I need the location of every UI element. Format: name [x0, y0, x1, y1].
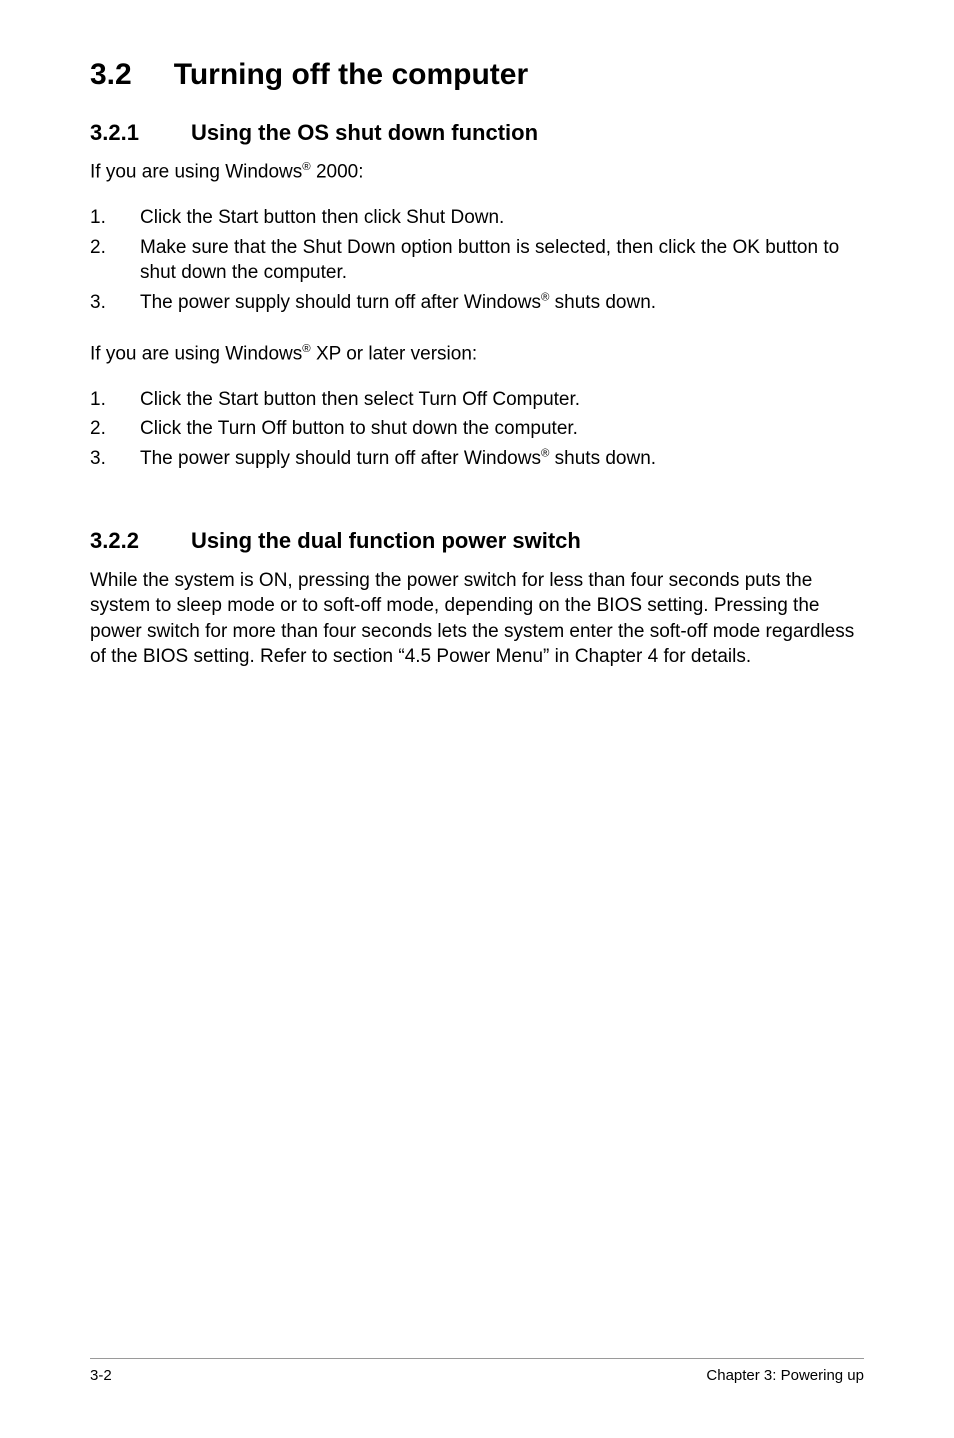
- steps-list-1: 1. Click the Start button then click Shu…: [90, 205, 864, 316]
- intro2-suffix: XP or later version:: [311, 343, 478, 364]
- steps-list-2: 1. Click the Start button then select Tu…: [90, 387, 864, 472]
- registered-mark: ®: [302, 343, 310, 355]
- step-number: 2.: [90, 416, 140, 442]
- subsection-2-title: 3.2.2 Using the dual function power switc…: [90, 528, 864, 554]
- subsection-2-title-text: Using the dual function power switch: [191, 528, 581, 553]
- list-item: 1. Click the Start button then click Shu…: [90, 205, 864, 231]
- page-number: 3-2: [90, 1367, 112, 1384]
- list-item: 2. Click the Turn Off button to shut dow…: [90, 416, 864, 442]
- intro1-suffix: 2000:: [311, 161, 364, 182]
- section-number: 3.2: [90, 58, 132, 92]
- list-item: 3. The power supply should turn off afte…: [90, 446, 864, 472]
- body-paragraph: While the system is ON, pressing the pow…: [90, 568, 864, 671]
- step-number: 3.: [90, 290, 140, 316]
- step-prefix: The power supply should turn off after W…: [140, 448, 541, 469]
- list-item: 1. Click the Start button then select Tu…: [90, 387, 864, 413]
- page-footer: 3-2 Chapter 3: Powering up: [90, 1358, 864, 1384]
- intro-paragraph-1: If you are using Windows® 2000:: [90, 160, 864, 185]
- step-number: 1.: [90, 205, 140, 231]
- subsection-1-title: 3.2.1 Using the OS shut down function: [90, 120, 864, 146]
- registered-mark: ®: [302, 161, 310, 173]
- page-content: 3.2 Turning off the computer 3.2.1 Using t…: [0, 0, 954, 670]
- list-item: 3. The power supply should turn off afte…: [90, 290, 864, 316]
- step-text: Click the Turn Off button to shut down t…: [140, 416, 864, 442]
- step-suffix: shuts down.: [549, 292, 656, 313]
- chapter-label: Chapter 3: Powering up: [706, 1367, 864, 1384]
- step-text: Click the Start button then click Shut D…: [140, 205, 864, 231]
- step-number: 1.: [90, 387, 140, 413]
- section-title-text: Turning off the computer: [174, 58, 528, 91]
- intro1-prefix: If you are using Windows: [90, 161, 302, 182]
- intro2-prefix: If you are using Windows: [90, 343, 302, 364]
- step-text: Make sure that the Shut Down option butt…: [140, 235, 864, 286]
- subsection-1-number: 3.2.1: [90, 120, 139, 146]
- step-number: 2.: [90, 235, 140, 286]
- list-item: 2. Make sure that the Shut Down option b…: [90, 235, 864, 286]
- subsection-1-title-text: Using the OS shut down function: [191, 120, 538, 145]
- step-number: 3.: [90, 446, 140, 472]
- step-prefix: The power supply should turn off after W…: [140, 292, 541, 313]
- step-text: Click the Start button then select Turn …: [140, 387, 864, 413]
- step-text: The power supply should turn off after W…: [140, 446, 864, 472]
- step-text: The power supply should turn off after W…: [140, 290, 864, 316]
- step-suffix: shuts down.: [549, 448, 656, 469]
- subsection-2-number: 3.2.2: [90, 528, 139, 554]
- intro-paragraph-2: If you are using Windows® XP or later ve…: [90, 342, 864, 367]
- section-title: 3.2 Turning off the computer: [90, 58, 864, 92]
